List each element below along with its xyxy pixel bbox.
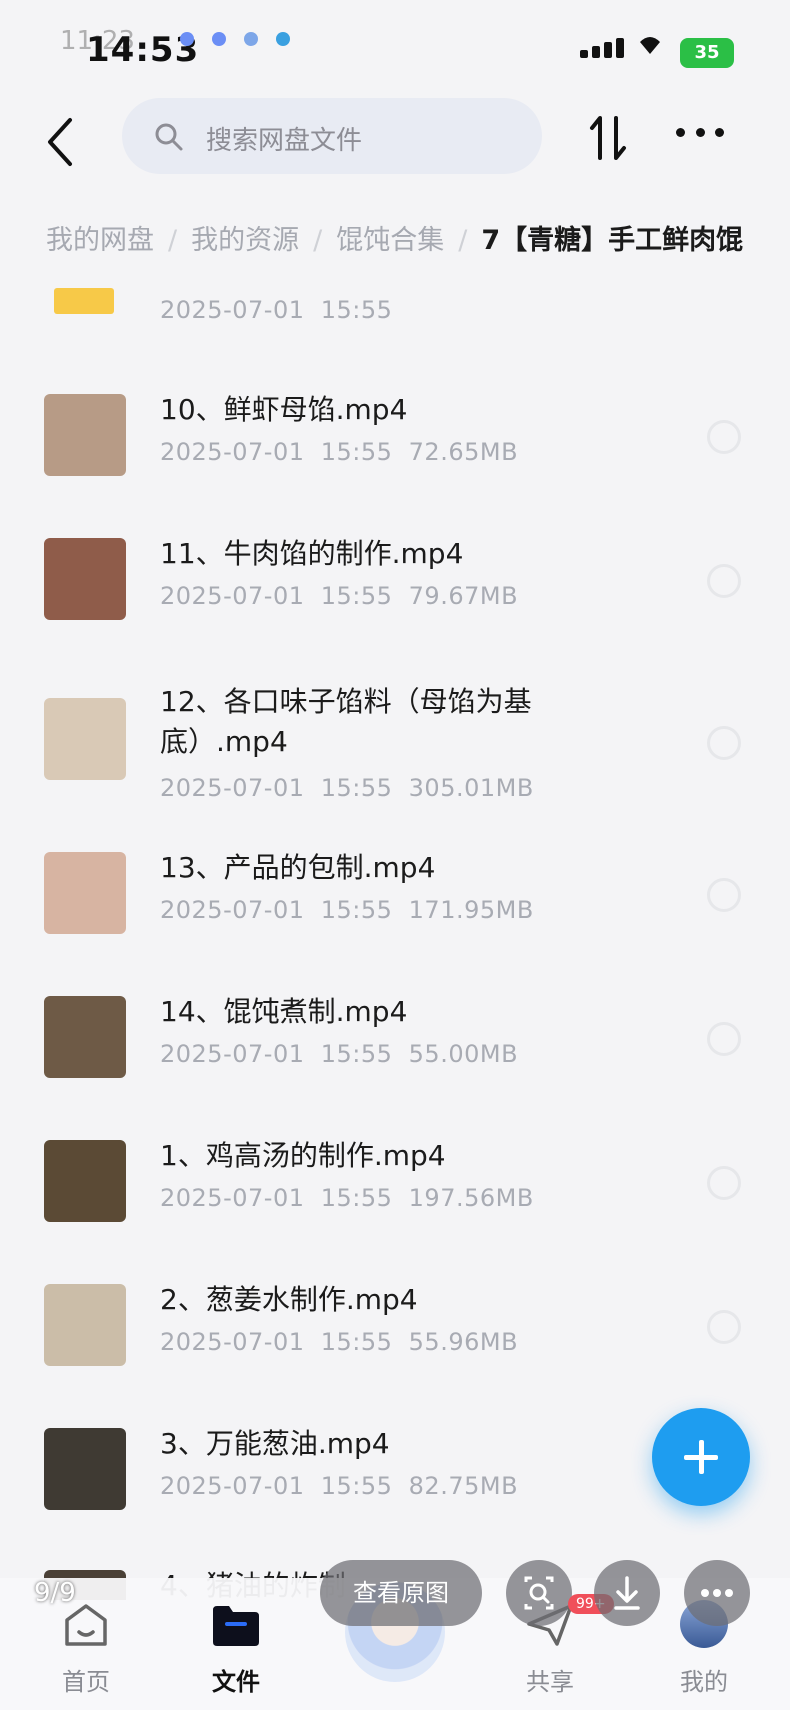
more-button[interactable] xyxy=(684,1560,750,1626)
search-icon xyxy=(155,123,183,151)
file-name: 14、馄饨煮制.mp4 xyxy=(160,995,408,1028)
tab-label: 文件 xyxy=(212,1668,260,1696)
tab-label: 首页 xyxy=(62,1668,110,1696)
file-meta: 2025-07-01 15:55 72.65MB xyxy=(160,438,519,466)
list-item[interactable]: 2、葱姜水制作.mp4 2025-07-01 15:55 55.96MB xyxy=(0,1280,790,1380)
video-thumbnail xyxy=(44,394,126,476)
add-button[interactable] xyxy=(652,1408,750,1506)
app-notify-icon xyxy=(276,32,290,46)
home-icon xyxy=(65,1604,107,1646)
list-item[interactable]: 13、产品的包制.mp4 2025-07-01 15:55 171.95MB xyxy=(0,848,790,948)
list-item[interactable]: 14、馄饨煮制.mp4 2025-07-01 15:55 55.00MB xyxy=(0,992,790,1092)
back-arrow-icon[interactable] xyxy=(40,110,84,174)
select-checkbox[interactable] xyxy=(707,564,741,598)
video-thumbnail xyxy=(44,996,126,1078)
file-meta: 2025-07-01 15:55 171.95MB xyxy=(160,896,534,924)
file-meta: 2025-07-01 15:55 55.96MB xyxy=(160,1328,519,1356)
folder-icon xyxy=(213,1606,259,1646)
breadcrumb-item[interactable]: 馄饨合集 xyxy=(336,218,444,257)
file-name: 13、产品的包制.mp4 xyxy=(160,851,436,884)
select-checkbox[interactable] xyxy=(707,1166,741,1200)
search-placeholder: 搜索网盘文件 xyxy=(206,126,363,156)
list-item[interactable]: 1、鸡高汤的制作.mp4 2025-07-01 15:55 197.56MB xyxy=(0,1136,790,1236)
app-notify-icon xyxy=(212,32,226,46)
select-checkbox[interactable] xyxy=(707,726,741,760)
select-checkbox[interactable] xyxy=(707,1310,741,1344)
breadcrumb: 我的网盘 / 我的资源 / 馄饨合集/7【青糖】手工鲜肉馄 xyxy=(46,218,790,262)
image-counter: 9/9 xyxy=(34,1578,76,1608)
file-name: 1、鸡高汤的制作.mp4 xyxy=(160,1139,446,1172)
folder-icon xyxy=(54,288,114,314)
file-meta: 2025-07-01 15:55 xyxy=(160,296,393,324)
video-thumbnail xyxy=(44,698,126,780)
download-icon xyxy=(614,1576,640,1610)
tab-label: 共享 xyxy=(526,1668,574,1696)
breadcrumb-item[interactable]: 我的资源 xyxy=(191,218,299,257)
file-name: 11、牛肉馅的制作.mp4 xyxy=(160,537,464,570)
battery-icon: 35 xyxy=(680,38,734,68)
video-thumbnail xyxy=(44,1140,126,1222)
file-meta: 2025-07-01 15:55 55.00MB xyxy=(160,1040,519,1068)
view-original-button[interactable]: 查看原图 xyxy=(320,1560,482,1626)
tab-files[interactable]: 文件 xyxy=(186,1578,286,1698)
video-thumbnail xyxy=(44,852,126,934)
file-meta: 2025-07-01 15:55 79.67MB xyxy=(160,582,519,610)
file-meta: 2025-07-01 15:55 82.75MB xyxy=(160,1472,519,1500)
select-checkbox[interactable] xyxy=(707,420,741,454)
video-thumbnail xyxy=(44,538,126,620)
select-checkbox[interactable] xyxy=(707,878,741,912)
list-item[interactable]: 12、各口味子馅料（母馅为基底）.mp4 2025-07-01 15:55 30… xyxy=(0,682,790,802)
app-notify-icon xyxy=(244,32,258,46)
file-name: 2、葱姜水制作.mp4 xyxy=(160,1283,418,1316)
list-item[interactable]: 2025-07-01 15:55 xyxy=(0,270,790,330)
video-thumbnail xyxy=(44,1428,126,1510)
download-button[interactable] xyxy=(594,1560,660,1626)
status-bar: 11:23 14:53 35 xyxy=(0,0,790,90)
app-notify-icon xyxy=(180,32,194,46)
sort-icon[interactable] xyxy=(584,108,632,168)
file-name: 12、各口味子馅料（母馅为基底）.mp4 xyxy=(160,685,532,758)
file-name: 10、鲜虾母馅.mp4 xyxy=(160,393,408,426)
image-search-icon xyxy=(524,1576,554,1610)
breadcrumb-item[interactable]: 我的网盘 xyxy=(46,218,154,257)
breadcrumb-current: 7【青糖】手工鲜肉馄 xyxy=(481,225,744,256)
wifi-icon xyxy=(640,37,660,54)
top-bar: 搜索网盘文件 xyxy=(0,90,790,200)
file-meta: 2025-07-01 15:55 197.56MB xyxy=(160,1184,534,1212)
list-item[interactable]: 10、鲜虾母馅.mp4 2025-07-01 15:55 72.65MB xyxy=(0,390,790,490)
file-meta: 2025-07-01 15:55 305.01MB xyxy=(160,774,534,802)
signal-icon xyxy=(580,38,624,58)
select-checkbox[interactable] xyxy=(707,1022,741,1056)
more-options-icon[interactable] xyxy=(676,128,724,142)
video-thumbnail xyxy=(44,1284,126,1366)
list-item[interactable]: 11、牛肉馅的制作.mp4 2025-07-01 15:55 79.67MB xyxy=(0,534,790,634)
search-input[interactable]: 搜索网盘文件 xyxy=(122,98,542,174)
more-dots-icon xyxy=(701,1589,733,1597)
tab-label: 我的 xyxy=(680,1668,728,1696)
file-name: 3、万能葱油.mp4 xyxy=(160,1427,390,1460)
image-search-button[interactable] xyxy=(506,1560,572,1626)
